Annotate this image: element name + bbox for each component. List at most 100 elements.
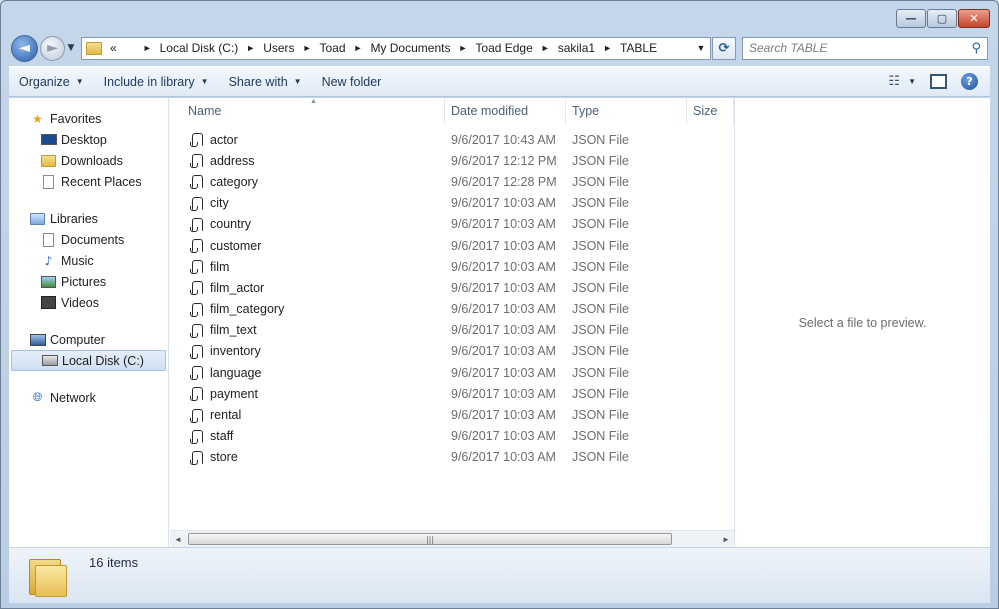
file-date-modified: 9/6/2017 12:28 PM bbox=[451, 174, 557, 189]
breadcrumb-separator[interactable]: ► bbox=[303, 43, 312, 53]
new-folder-button[interactable]: New folder bbox=[312, 67, 392, 96]
breadcrumb-item[interactable]: ► Users bbox=[238, 41, 294, 55]
share-with-button[interactable]: Share with ▼ bbox=[219, 67, 312, 96]
file-name-cell[interactable]: inventory bbox=[170, 344, 445, 359]
preview-pane-toggle-icon[interactable] bbox=[930, 74, 947, 89]
file-type: JSON File bbox=[572, 429, 629, 444]
scroll-left-button[interactable]: ◄ bbox=[170, 535, 186, 544]
close-button[interactable]: ✕ bbox=[958, 9, 990, 28]
breadcrumb-item[interactable]: ► TABLE bbox=[595, 41, 657, 55]
nav-downloads[interactable]: Downloads bbox=[9, 150, 168, 171]
libraries-group: Libraries Documents ♪ Music Pictures Vide… bbox=[9, 208, 168, 313]
search-input[interactable]: Search TABLE bbox=[749, 41, 827, 55]
file-name-cell[interactable]: address bbox=[170, 153, 445, 169]
file-row[interactable]: store 9/6/2017 10:03 AM JSON File bbox=[170, 447, 734, 468]
file-row[interactable]: inventory 9/6/2017 10:03 AM JSON File bbox=[170, 341, 734, 362]
file-row[interactable]: customer 9/6/2017 10:03 AM JSON File bbox=[170, 235, 734, 256]
file-row[interactable]: address 9/6/2017 12:12 PM JSON File bbox=[170, 150, 734, 171]
file-row[interactable]: film_text 9/6/2017 10:03 AM JSON File bbox=[170, 320, 734, 341]
file-name-cell[interactable]: payment bbox=[170, 386, 445, 402]
scroll-thumb[interactable]: ||| bbox=[188, 533, 672, 545]
include-in-library-button[interactable]: Include in library ▼ bbox=[94, 67, 219, 96]
nav-network[interactable]: 🌐︎ Network bbox=[9, 387, 168, 408]
file-row[interactable]: staff 9/6/2017 10:03 AM JSON File bbox=[170, 426, 734, 447]
explorer-window: — ▢ ✕ ◄ ► ▼ «► ►Local Disk (C:)►Users►To… bbox=[0, 0, 999, 609]
file-name: film_category bbox=[210, 302, 285, 317]
file-name-cell[interactable]: film_actor bbox=[170, 280, 445, 296]
search-icon[interactable]: ⚲ bbox=[971, 41, 981, 56]
file-name-cell[interactable]: rental bbox=[170, 408, 445, 423]
file-row[interactable]: film_category 9/6/2017 10:03 AM JSON File bbox=[170, 299, 734, 320]
back-button[interactable]: ◄ bbox=[11, 34, 38, 62]
scroll-track[interactable]: ||| bbox=[186, 531, 718, 547]
file-name-cell[interactable]: film bbox=[170, 259, 445, 275]
file-row[interactable]: payment 9/6/2017 10:03 AM JSON File bbox=[170, 383, 734, 404]
breadcrumb-item[interactable]: ► Toad Edge bbox=[450, 41, 532, 55]
nav-music[interactable]: ♪ Music bbox=[9, 250, 168, 271]
file-row[interactable]: film 9/6/2017 10:03 AM JSON File bbox=[170, 256, 734, 277]
breadcrumb-item[interactable]: ► sakila1 bbox=[533, 41, 595, 55]
file-name-cell[interactable]: category bbox=[170, 174, 445, 190]
nav-recent-places[interactable]: Recent Places bbox=[9, 171, 168, 192]
breadcrumb-separator[interactable]: ► bbox=[458, 43, 467, 53]
nav-local-disk[interactable]: Local Disk (C:) bbox=[11, 350, 166, 371]
nav-libraries[interactable]: Libraries bbox=[9, 208, 168, 229]
file-name-cell[interactable]: store bbox=[170, 450, 445, 465]
nav-pictures[interactable]: Pictures bbox=[9, 271, 168, 292]
help-icon[interactable]: ? bbox=[961, 73, 978, 90]
nav-documents-label: Documents bbox=[61, 232, 125, 247]
horizontal-scrollbar[interactable]: ◄ ||| ► bbox=[170, 530, 734, 547]
file-date-modified: 9/6/2017 10:03 AM bbox=[451, 386, 556, 401]
column-date-modified[interactable]: Date modified bbox=[445, 98, 566, 124]
file-date-modified: 9/6/2017 10:03 AM bbox=[451, 280, 556, 295]
column-name[interactable]: ▲ Name bbox=[170, 98, 445, 124]
maximize-button[interactable]: ▢ bbox=[927, 9, 957, 28]
file-name-cell[interactable]: customer bbox=[170, 238, 445, 254]
file-row[interactable]: city 9/6/2017 10:03 AM JSON File bbox=[170, 193, 734, 214]
breadcrumb-separator[interactable]: ► bbox=[541, 43, 550, 53]
refresh-button[interactable]: ⟳ bbox=[712, 36, 736, 60]
scroll-right-button[interactable]: ► bbox=[718, 535, 734, 544]
forward-button[interactable]: ► bbox=[40, 35, 65, 61]
breadcrumb-item[interactable]: ► Local Disk (C:) bbox=[135, 41, 239, 55]
breadcrumb-overflow[interactable]: «► bbox=[110, 41, 135, 55]
nav-documents[interactable]: Documents bbox=[9, 229, 168, 250]
file-row[interactable]: film_actor 9/6/2017 10:03 AM JSON File bbox=[170, 277, 734, 298]
address-bar[interactable]: «► ►Local Disk (C:)►Users►Toad►My Docume… bbox=[81, 36, 711, 60]
json-file-icon bbox=[190, 323, 204, 338]
breadcrumb-separator[interactable]: ► bbox=[354, 43, 363, 53]
minimize-button[interactable]: — bbox=[896, 9, 926, 28]
nav-desktop[interactable]: Desktop bbox=[9, 129, 168, 150]
file-name-cell[interactable]: language bbox=[170, 365, 445, 381]
file-name-cell[interactable]: staff bbox=[170, 429, 445, 444]
nav-videos[interactable]: Videos bbox=[9, 292, 168, 313]
file-name-cell[interactable]: film_text bbox=[170, 323, 445, 338]
file-row[interactable]: rental 9/6/2017 10:03 AM JSON File bbox=[170, 404, 734, 425]
nav-computer[interactable]: Computer bbox=[9, 329, 168, 350]
breadcrumb-separator[interactable]: ► bbox=[246, 43, 255, 53]
nav-favorites[interactable]: ★ Favorites bbox=[9, 108, 168, 129]
file-type: JSON File bbox=[572, 365, 629, 380]
search-box[interactable]: Search TABLE ⚲ bbox=[742, 36, 988, 60]
address-dropdown[interactable]: ▼ bbox=[692, 43, 710, 53]
json-file-icon bbox=[190, 132, 204, 148]
file-name-cell[interactable]: film_category bbox=[170, 302, 445, 317]
file-name-cell[interactable]: city bbox=[170, 196, 445, 211]
column-name-label: Name bbox=[188, 104, 222, 118]
organize-button[interactable]: Organize ▼ bbox=[9, 67, 94, 96]
breadcrumb-separator[interactable]: ► bbox=[143, 43, 152, 53]
file-name: actor bbox=[210, 132, 238, 147]
recent-pages-dropdown[interactable]: ▼ bbox=[65, 43, 77, 53]
column-size[interactable]: Size bbox=[687, 98, 734, 124]
breadcrumb-item[interactable]: ► Toad bbox=[295, 41, 346, 55]
breadcrumb-item[interactable]: ► My Documents bbox=[346, 41, 451, 55]
file-row[interactable]: category 9/6/2017 12:28 PM JSON File bbox=[170, 171, 734, 192]
column-type[interactable]: Type bbox=[566, 98, 687, 124]
change-view-button[interactable]: ☷ ▼ bbox=[888, 74, 916, 89]
breadcrumb-separator[interactable]: ► bbox=[603, 43, 612, 53]
file-name-cell[interactable]: actor bbox=[170, 132, 445, 148]
file-row[interactable]: country 9/6/2017 10:03 AM JSON File bbox=[170, 214, 734, 235]
file-row[interactable]: actor 9/6/2017 10:43 AM JSON File bbox=[170, 129, 734, 150]
file-name-cell[interactable]: country bbox=[170, 217, 445, 232]
file-row[interactable]: language 9/6/2017 10:03 AM JSON File bbox=[170, 362, 734, 383]
